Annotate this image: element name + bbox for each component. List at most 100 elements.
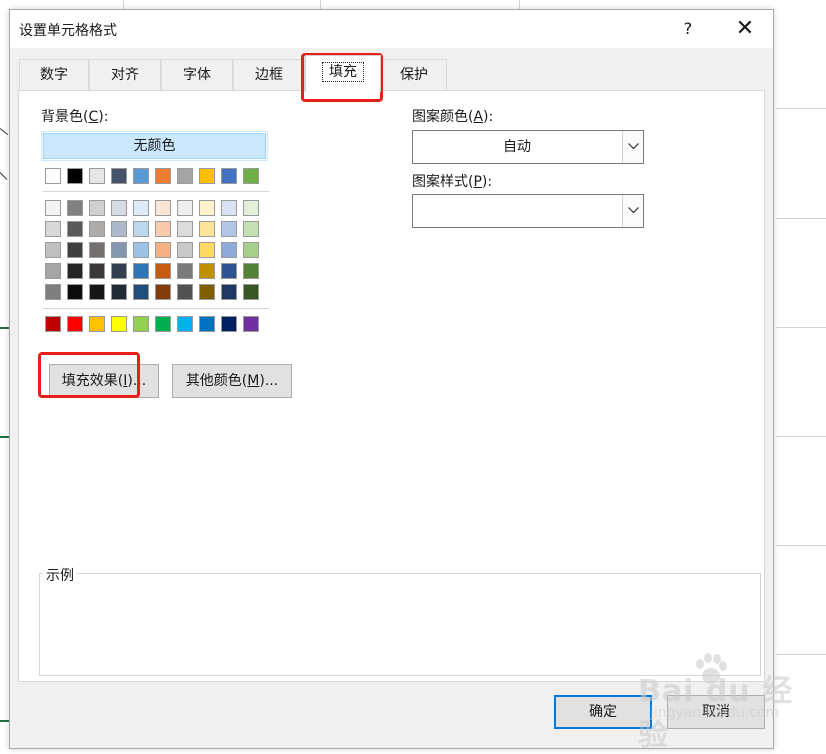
- color-swatch[interactable]: [111, 200, 127, 216]
- color-swatch[interactable]: [177, 242, 193, 258]
- color-swatch[interactable]: [133, 263, 149, 279]
- color-swatch[interactable]: [221, 263, 237, 279]
- color-swatch[interactable]: [243, 284, 259, 300]
- color-swatch[interactable]: [221, 200, 237, 216]
- color-swatch[interactable]: [199, 168, 215, 184]
- color-swatch[interactable]: [155, 284, 171, 300]
- no-color-button[interactable]: 无颜色: [41, 131, 268, 161]
- color-swatch[interactable]: [133, 242, 149, 258]
- color-swatch[interactable]: [89, 263, 105, 279]
- color-swatch[interactable]: [221, 284, 237, 300]
- color-swatch[interactable]: [199, 284, 215, 300]
- close-button[interactable]: ✕: [723, 10, 767, 48]
- color-swatch[interactable]: [155, 316, 171, 332]
- color-swatch[interactable]: [111, 168, 127, 184]
- color-swatch[interactable]: [67, 316, 83, 332]
- tab-fill[interactable]: 填充: [305, 55, 381, 92]
- pattern-style-dropdown[interactable]: [412, 194, 644, 228]
- color-swatch[interactable]: [67, 263, 83, 279]
- color-swatch[interactable]: [67, 242, 83, 258]
- color-swatch[interactable]: [89, 168, 105, 184]
- chevron-down-icon[interactable]: [622, 131, 643, 163]
- color-swatch[interactable]: [111, 221, 127, 237]
- sheet-gridline: [776, 108, 826, 109]
- color-swatch[interactable]: [111, 284, 127, 300]
- color-swatch[interactable]: [89, 242, 105, 258]
- swatch-separator: [43, 308, 269, 309]
- color-swatch[interactable]: [177, 316, 193, 332]
- tab-label: 保护: [400, 67, 428, 83]
- color-swatch[interactable]: [45, 168, 61, 184]
- sheet-gridline: [776, 327, 826, 328]
- shade-color-grid: [45, 200, 259, 300]
- color-swatch[interactable]: [133, 221, 149, 237]
- color-swatch[interactable]: [199, 200, 215, 216]
- color-swatch[interactable]: [133, 168, 149, 184]
- color-swatch[interactable]: [67, 200, 83, 216]
- color-swatch[interactable]: [199, 263, 215, 279]
- color-swatch[interactable]: [177, 263, 193, 279]
- tab-label: 边框: [255, 67, 283, 83]
- help-button[interactable]: ?: [668, 10, 708, 48]
- color-swatch[interactable]: [221, 242, 237, 258]
- dialog-title: 设置单元格格式: [19, 23, 117, 39]
- tab-font[interactable]: 字体: [161, 59, 233, 91]
- color-swatch[interactable]: [177, 168, 193, 184]
- color-swatch[interactable]: [45, 263, 61, 279]
- color-swatch[interactable]: [89, 284, 105, 300]
- color-swatch[interactable]: [199, 316, 215, 332]
- format-cells-dialog: 设置单元格格式 ? ✕ 数字 对齐 字体 边框 填充 保护 背景色(C): 无颜…: [9, 9, 774, 749]
- color-swatch[interactable]: [45, 221, 61, 237]
- color-swatch[interactable]: [199, 242, 215, 258]
- color-swatch[interactable]: [133, 284, 149, 300]
- color-swatch[interactable]: [155, 168, 171, 184]
- color-swatch[interactable]: [243, 168, 259, 184]
- color-swatch[interactable]: [243, 242, 259, 258]
- color-swatch[interactable]: [89, 221, 105, 237]
- color-swatch[interactable]: [243, 316, 259, 332]
- more-colors-button[interactable]: 其他颜色(M)...: [172, 364, 292, 398]
- color-swatch[interactable]: [177, 221, 193, 237]
- tab-protection[interactable]: 保护: [381, 59, 447, 91]
- color-swatch[interactable]: [67, 284, 83, 300]
- tab-border[interactable]: 边框: [233, 59, 305, 91]
- color-swatch[interactable]: [221, 221, 237, 237]
- color-swatch[interactable]: [89, 316, 105, 332]
- color-swatch[interactable]: [155, 221, 171, 237]
- color-swatch[interactable]: [133, 316, 149, 332]
- color-swatch[interactable]: [45, 242, 61, 258]
- sheet-gridline: [519, 0, 520, 9]
- color-swatch[interactable]: [111, 242, 127, 258]
- color-swatch[interactable]: [243, 221, 259, 237]
- color-swatch[interactable]: [221, 168, 237, 184]
- tab-label: 对齐: [111, 67, 139, 83]
- color-swatch[interactable]: [111, 263, 127, 279]
- color-swatch[interactable]: [45, 200, 61, 216]
- cancel-button[interactable]: 取消: [667, 695, 765, 729]
- color-swatch[interactable]: [155, 242, 171, 258]
- color-swatch[interactable]: [243, 263, 259, 279]
- sample-label: 示例: [43, 565, 77, 585]
- pattern-color-dropdown[interactable]: 自动: [412, 130, 644, 164]
- color-swatch[interactable]: [155, 200, 171, 216]
- fill-effects-button[interactable]: 填充效果(I)...: [49, 364, 159, 398]
- tab-number[interactable]: 数字: [19, 59, 89, 91]
- color-swatch[interactable]: [199, 221, 215, 237]
- color-swatch[interactable]: [243, 200, 259, 216]
- color-swatch[interactable]: [89, 200, 105, 216]
- color-swatch[interactable]: [45, 284, 61, 300]
- color-swatch[interactable]: [133, 200, 149, 216]
- color-swatch[interactable]: [45, 316, 61, 332]
- color-swatch[interactable]: [221, 316, 237, 332]
- color-swatch[interactable]: [177, 284, 193, 300]
- color-swatch[interactable]: [67, 221, 83, 237]
- color-swatch[interactable]: [155, 263, 171, 279]
- color-swatch[interactable]: [111, 316, 127, 332]
- color-swatch[interactable]: [67, 168, 83, 184]
- tab-alignment[interactable]: 对齐: [89, 59, 161, 91]
- ok-button[interactable]: 确定: [554, 695, 652, 729]
- chevron-down-icon[interactable]: [622, 195, 643, 227]
- color-swatch[interactable]: [177, 200, 193, 216]
- sheet-border: [0, 720, 9, 722]
- sample-preview: [39, 573, 761, 676]
